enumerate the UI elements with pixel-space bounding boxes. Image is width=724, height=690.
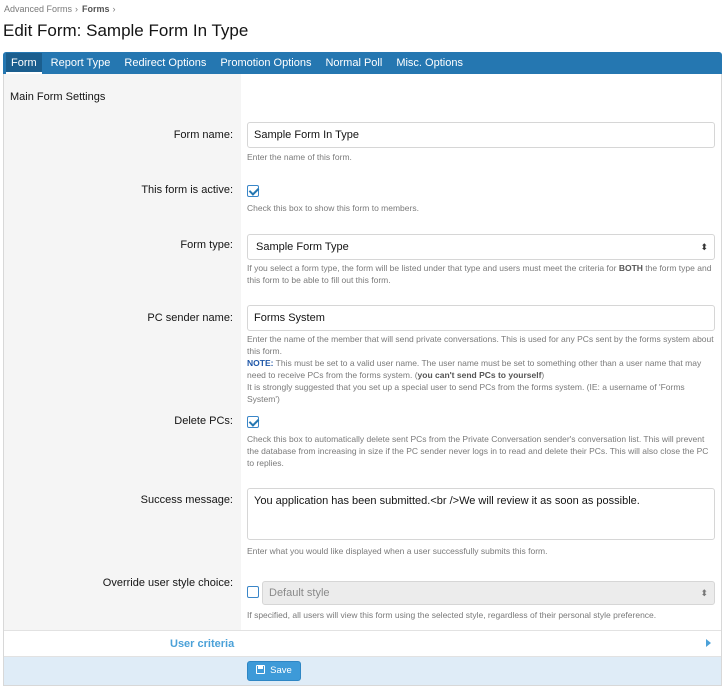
form-type-select[interactable]: Sample Form Type ⬍ <box>247 234 715 260</box>
form-name-input[interactable]: Sample Form In Type <box>247 122 715 148</box>
form-type-selected: Sample Form Type <box>256 241 349 253</box>
user-criteria-title: User criteria <box>170 638 235 650</box>
form-name-label: Form name: <box>173 129 233 141</box>
form-type-label: Form type: <box>180 239 233 251</box>
success-message-textarea[interactable]: You application has been submitted.<br /… <box>247 488 715 540</box>
success-message-hint: Enter what you would like displayed when… <box>247 546 548 556</box>
save-button[interactable]: Save <box>247 661 301 681</box>
delete-pcs-checkbox[interactable] <box>247 416 259 428</box>
breadcrumb: Advanced Forms › Forms › <box>4 4 120 14</box>
tab-bar: Form Report Type Redirect Options Promot… <box>3 52 722 74</box>
style-select-value: Default style <box>269 587 330 599</box>
success-message-label: Success message: <box>140 494 233 506</box>
expand-arrow-icon <box>706 639 711 647</box>
pc-sender-label: PC sender name: <box>147 312 233 324</box>
style-select[interactable]: Default style ⬍ <box>262 581 715 605</box>
tab-promotion-options[interactable]: Promotion Options <box>215 53 316 74</box>
tab-report-type[interactable]: Report Type <box>46 53 116 74</box>
label-column <box>4 74 241 630</box>
select-arrows-icon: ⬍ <box>700 588 708 598</box>
breadcrumb-item-forms[interactable]: Forms <box>82 4 110 14</box>
override-style-hint: If specified, all users will view this f… <box>247 610 657 620</box>
form-type-hint-bold: BOTH <box>618 263 643 273</box>
active-hint: Check this box to show this form to memb… <box>247 203 419 213</box>
pc-sender-note: NOTE: This must be set to a valid user n… <box>247 357 717 381</box>
save-icon <box>256 665 266 674</box>
note-bold: you can't send PCs to yourself <box>417 370 542 380</box>
select-arrows-icon: ⬍ <box>700 242 708 252</box>
breadcrumb-separator: › <box>75 4 79 14</box>
page-title: Edit Form: Sample Form In Type <box>3 21 249 40</box>
save-label: Save <box>270 665 292 676</box>
pc-sender-hint-line: Enter the name of the member that will s… <box>247 334 714 356</box>
form-type-hint-text: If you select a form type, the form will… <box>247 263 619 273</box>
delete-pcs-hint: Check this box to automatically delete s… <box>247 434 709 468</box>
form-footer: Save <box>4 657 721 685</box>
breadcrumb-separator: › <box>112 4 116 14</box>
active-checkbox[interactable] <box>247 185 259 197</box>
tab-normal-poll[interactable]: Normal Poll <box>320 53 387 74</box>
form-panel: Main Form Settings Form name: Sample For… <box>3 74 722 686</box>
pc-sender-input[interactable]: Forms System <box>247 305 715 331</box>
tab-misc-options[interactable]: Misc. Options <box>391 53 468 74</box>
breadcrumb-item-advanced-forms[interactable]: Advanced Forms <box>4 4 72 14</box>
override-style-label: Override user style choice: <box>102 577 233 589</box>
tab-form[interactable]: Form <box>6 53 42 74</box>
override-style-checkbox[interactable] <box>247 586 259 598</box>
pc-sender-hint: Enter the name of the member that will s… <box>247 333 717 405</box>
form-name-hint: Enter the name of this form. <box>247 152 352 162</box>
pc-sender-hint-line: It is strongly suggested that you set up… <box>247 382 685 404</box>
delete-pcs-label: Delete PCs: <box>174 415 233 427</box>
tab-redirect-options[interactable]: Redirect Options <box>119 53 211 74</box>
form-type-hint: If you select a form type, the form will… <box>247 262 717 286</box>
active-label: This form is active: <box>141 184 233 196</box>
note-label: NOTE: <box>247 358 274 368</box>
user-criteria-toggle[interactable]: User criteria <box>4 630 721 657</box>
note-end: ) <box>541 370 545 380</box>
section-title: Main Form Settings <box>10 91 106 103</box>
